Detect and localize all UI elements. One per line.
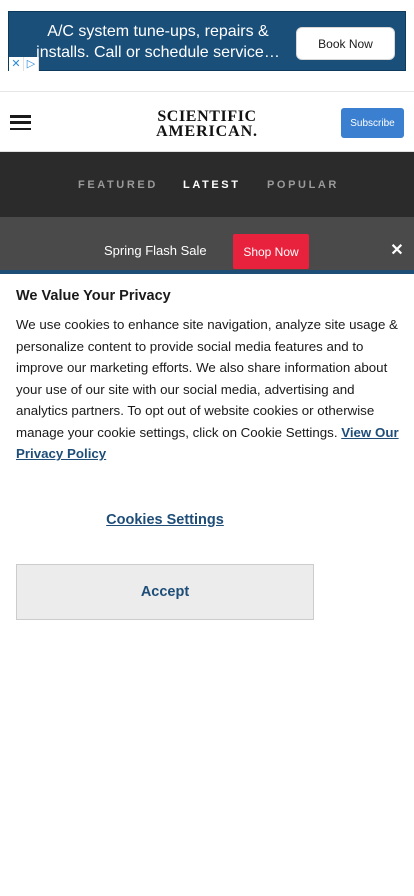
ad-text-line-1: A/C system tune-ups, repairs &	[47, 23, 269, 40]
ad-banner[interactable]: A/C system tune-ups, repairs & installs.…	[8, 11, 406, 71]
site-header: SCIENTIFIC AMERICAN. Subscribe	[0, 92, 414, 152]
promo-text: Spring Flash Sale	[104, 243, 207, 258]
site-logo[interactable]: SCIENTIFIC AMERICAN.	[140, 108, 274, 140]
subscribe-button[interactable]: Subscribe	[341, 108, 404, 138]
cookie-consent-panel: We Value Your Privacy We use cookies to …	[0, 270, 414, 896]
accept-button[interactable]: Accept	[16, 564, 314, 620]
shop-now-button[interactable]: Shop Now	[233, 234, 309, 269]
logo-line-1: SCIENTIFIC	[157, 108, 257, 125]
consent-title: We Value Your Privacy	[16, 288, 171, 304]
tab-popular[interactable]: POPULAR	[267, 179, 339, 191]
ad-controls: ✕ ▷	[9, 57, 39, 71]
ad-text[interactable]: A/C system tune-ups, repairs & installs.…	[23, 21, 293, 63]
consent-text: We use cookies to enhance site navigatio…	[16, 317, 398, 440]
cookies-settings-button[interactable]: Cookies Settings	[16, 512, 314, 528]
tab-featured[interactable]: FEATURED	[78, 179, 158, 191]
adchoices-icon[interactable]: ▷	[24, 57, 39, 71]
ad-book-now-button[interactable]: Book Now	[296, 27, 395, 60]
section-tabs: FEATURED LATEST POPULAR	[0, 152, 414, 217]
tab-latest[interactable]: LATEST	[183, 179, 241, 191]
promo-bar: Spring Flash Sale Shop Now ✕	[0, 217, 414, 270]
close-icon[interactable]: ✕	[389, 243, 405, 259]
ad-text-line-2: installs. Call or schedule service…	[36, 44, 280, 61]
hamburger-menu-icon[interactable]	[10, 115, 31, 131]
consent-body: We use cookies to enhance site navigatio…	[16, 314, 400, 465]
logo-line-2: AMERICAN.	[156, 123, 258, 140]
ad-close-icon[interactable]: ✕	[9, 57, 24, 71]
page: A/C system tune-ups, repairs & installs.…	[0, 0, 414, 896]
